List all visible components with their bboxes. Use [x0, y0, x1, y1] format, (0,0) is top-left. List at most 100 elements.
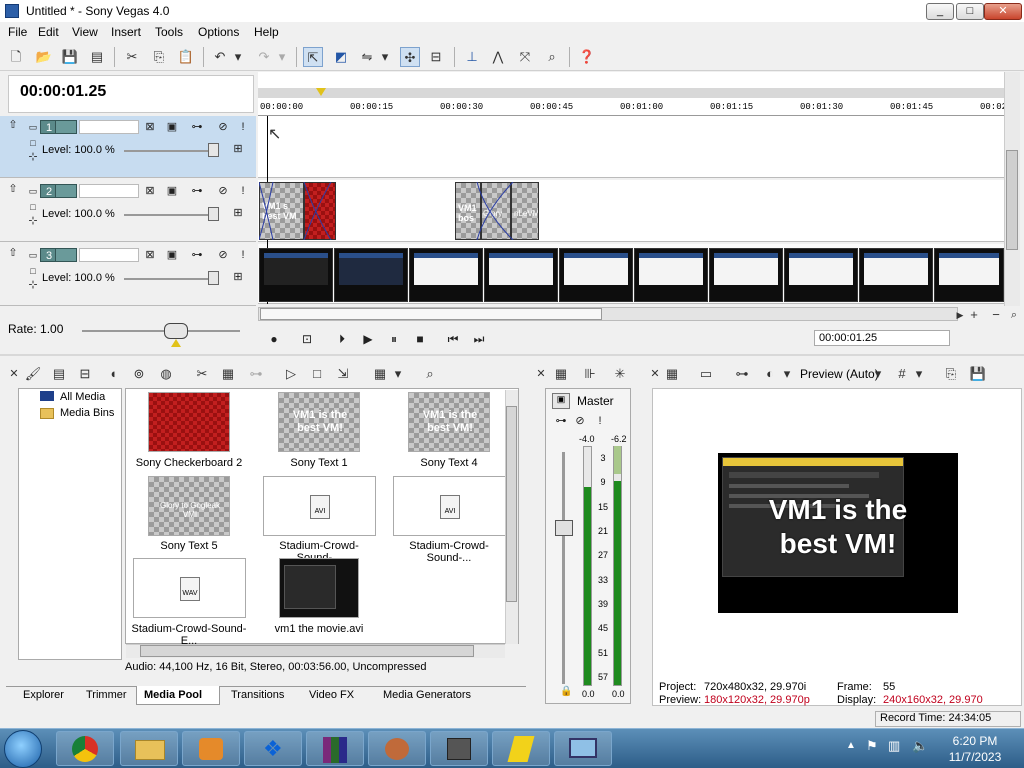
go-to-end-icon[interactable]: ⏭	[470, 330, 488, 348]
tab-trimmer[interactable]: Trimmer	[86, 689, 127, 701]
minimize-track-icon[interactable]: ▭	[26, 184, 40, 198]
tab-transitions[interactable]: Transitions	[231, 689, 284, 701]
track-name-field[interactable]	[79, 248, 139, 262]
track-name-field[interactable]	[79, 120, 139, 134]
envelope-tool-icon[interactable]: ◩	[331, 47, 351, 67]
level-slider-handle[interactable]	[208, 271, 219, 285]
master-insert-icon[interactable]: ⊶	[554, 414, 568, 428]
compositing-parent-icon[interactable]: ⇧	[6, 182, 20, 196]
solo-icon[interactable]: !	[236, 184, 250, 198]
marker-icon[interactable]	[316, 88, 326, 96]
downmix-icon[interactable]: ✳	[610, 364, 630, 384]
get-media-icon[interactable]: ⊚	[129, 364, 149, 384]
remove-media-icon[interactable]: ✂	[192, 364, 212, 384]
minimize-button[interactable]: _	[926, 3, 954, 20]
menu-options[interactable]: Options	[198, 25, 239, 39]
split-dropdown-icon[interactable]: ▾	[781, 364, 793, 384]
media-thumbnail[interactable]: AVI	[393, 476, 506, 536]
lock-envelopes-icon[interactable]: ⊟	[426, 47, 446, 67]
mute-icon[interactable]: ⊘	[216, 248, 230, 262]
video-thumbnail[interactable]	[709, 248, 783, 302]
lock-fader-icon[interactable]: 🔒	[560, 686, 572, 697]
tab-media-generators[interactable]: Media Generators	[383, 689, 471, 701]
show-hidden-icons-icon[interactable]: ▲	[846, 740, 856, 751]
compositing-parent-icon[interactable]: ⇧	[6, 118, 20, 132]
get-photo-icon[interactable]: ⊟	[75, 364, 95, 384]
media-thumbnail[interactable]: VM1 is the best VM!	[278, 392, 360, 452]
open-icon[interactable]: 📂	[34, 47, 54, 67]
media-item-label[interactable]: Sony Checkerboard 2	[128, 457, 250, 469]
cursor-position-field[interactable]: 00:00:01.25	[814, 330, 950, 346]
media-item-label[interactable]: Stadium-Crowd-Sound-...	[388, 540, 510, 564]
normal-edit-tool-icon[interactable]: ⇱	[303, 47, 323, 67]
volume-icon[interactable]: 🔈	[912, 738, 928, 754]
media-thumbnail[interactable]	[279, 558, 359, 618]
video-thumbnail[interactable]	[409, 248, 483, 302]
media-thumbnail[interactable]: VM1 is the best VM!	[408, 392, 490, 452]
redo-dropdown-icon[interactable]: ▾	[276, 47, 288, 67]
compositing-mode-icon[interactable]: ▣	[165, 184, 179, 198]
video-thumbnail[interactable]	[484, 248, 558, 302]
preview-start-icon[interactable]: ▷	[281, 364, 301, 384]
clock-date[interactable]: 11/7/2023	[940, 750, 1010, 764]
track-lane-1[interactable]	[258, 116, 1004, 178]
dropbox-taskbar-button[interactable]: ❖	[244, 731, 302, 766]
undo-icon[interactable]: ↶	[210, 47, 230, 67]
compositing-parent-icon[interactable]: ⇧	[6, 246, 20, 260]
menu-insert[interactable]: Insert	[111, 25, 141, 39]
auto-crossfade-icon[interactable]: ⋀	[488, 47, 508, 67]
preview-properties-icon[interactable]: ▦	[662, 364, 682, 384]
video-output-fx-icon[interactable]: ⊶	[732, 364, 752, 384]
master-mute-icon[interactable]: ⊘	[573, 414, 587, 428]
add-bus-icon[interactable]: ⊪	[580, 364, 600, 384]
close-mixer-icon[interactable]: ✕	[531, 364, 551, 384]
mute-track-fx-icon[interactable]: ⊠	[143, 120, 157, 134]
zoom-out-icon[interactable]: −	[986, 305, 1006, 325]
master-fx-icon[interactable]: ▣	[552, 393, 570, 409]
app-taskbar-button[interactable]	[368, 731, 426, 766]
level-slider-track[interactable]	[124, 214, 216, 216]
external-monitor-icon[interactable]: ▭	[696, 364, 716, 384]
media-item-label[interactable]: Sony Text 5	[128, 540, 250, 552]
media-fx-icon[interactable]: ⊶	[246, 364, 266, 384]
menu-view[interactable]: View	[72, 25, 98, 39]
level-slider-handle[interactable]	[208, 143, 219, 157]
media-thumbnail[interactable]: AVI	[263, 476, 376, 536]
start-button[interactable]	[4, 730, 42, 768]
properties-icon[interactable]: ▤	[87, 47, 107, 67]
media-item-label[interactable]: Sony Text 1	[258, 457, 380, 469]
copy-icon[interactable]: ⎘	[149, 47, 169, 67]
tab-video-fx[interactable]: Video FX	[309, 689, 354, 701]
copy-snapshot-icon[interactable]: ⎘	[941, 364, 961, 384]
import-media-icon[interactable]: 🖌	[23, 364, 43, 384]
quality-dropdown-icon[interactable]: ▾	[872, 364, 884, 384]
menu-file[interactable]: File	[8, 25, 27, 39]
tree-item-media-bins[interactable]: Media Bins	[60, 407, 114, 419]
selection-tool-icon[interactable]: ⇋	[357, 47, 377, 67]
solo-icon[interactable]: !	[236, 120, 250, 134]
track-lane-2[interactable]	[258, 180, 1004, 242]
tree-item-all-media[interactable]: All Media	[60, 391, 105, 403]
notes-taskbar-button[interactable]	[492, 731, 550, 766]
video-thumbnail[interactable]	[859, 248, 933, 302]
zoom-tool-icon[interactable]: ⌕	[542, 47, 562, 67]
video-thumbnail[interactable]	[559, 248, 633, 302]
paste-icon[interactable]: 📋	[176, 47, 196, 67]
minimize-track-icon[interactable]: ▭	[26, 248, 40, 262]
media-thumbnail[interactable]: Glory to Gogleak VMI	[148, 476, 230, 536]
master-solo-icon[interactable]: !	[593, 414, 607, 428]
auto-preview-icon[interactable]: ⇲	[333, 364, 353, 384]
redo-icon[interactable]: ↷	[254, 47, 274, 67]
undo-dropdown-icon[interactable]: ▾	[232, 47, 244, 67]
level-slider-handle[interactable]	[208, 207, 219, 221]
horizontal-scrollbar-thumb[interactable]	[260, 308, 602, 320]
media-thumbnail[interactable]: WAV	[133, 558, 246, 618]
maximize-button[interactable]: □	[956, 3, 984, 20]
snapping-icon[interactable]: ⊥	[462, 47, 482, 67]
new-icon[interactable]: 🗋	[6, 47, 26, 67]
expand-track-icon[interactable]: □	[26, 136, 40, 150]
zoom-tool-small-icon[interactable]: ⌕	[1004, 305, 1024, 325]
play-icon[interactable]: ▶	[359, 330, 377, 348]
chrome-taskbar-button[interactable]	[56, 731, 114, 766]
composite-child-icon[interactable]: ⊹	[26, 214, 40, 228]
